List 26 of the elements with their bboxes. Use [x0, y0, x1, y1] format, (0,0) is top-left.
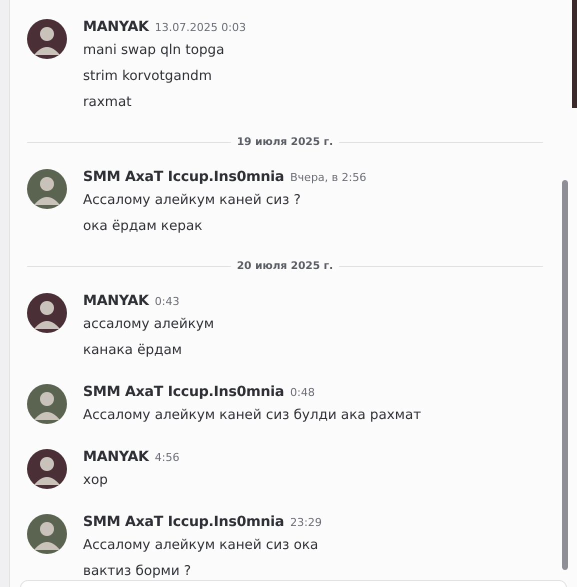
message-text: raxmat — [83, 94, 132, 110]
timestamp: 23:29 — [290, 516, 322, 529]
timestamp: 13.07.2025 0:03 — [154, 21, 246, 34]
author-name[interactable]: MANYAK — [83, 449, 149, 465]
timestamp: 0:43 — [154, 295, 180, 308]
timestamp: 4:56 — [154, 451, 180, 464]
message-text: вактиз борми ? — [83, 563, 192, 579]
message-text: strim korvotgandm — [83, 68, 212, 84]
message-text: канака ёрдам — [83, 342, 182, 358]
author-name[interactable]: SMM AxaT Iccup.Ins0mnia — [83, 514, 284, 530]
author-name[interactable]: SMM AxaT Iccup.Ins0mnia — [83, 384, 284, 400]
scrollbar[interactable] — [562, 180, 568, 570]
message-text: ока ёрдам керак — [83, 218, 202, 234]
message-text: Ассалому алейкум каней сиз булди ака рахмат — [83, 407, 422, 423]
message-text: ассалому алейкум — [83, 316, 214, 332]
timestamp: Вчера, в 2:56 — [290, 171, 366, 184]
message-text: Ассалому алейкум каней сиз ? — [83, 192, 301, 208]
timestamp: 0:48 — [290, 386, 315, 399]
author-name[interactable]: MANYAK — [83, 293, 149, 309]
message-text: Ассалому алейкум каней сиз ока — [83, 537, 318, 553]
message-text: mani swap qln topga — [83, 42, 224, 58]
date-divider: 20 июля 2025 г. — [236, 260, 334, 272]
author-name[interactable]: MANYAK — [83, 19, 149, 35]
date-divider: 19 июля 2025 г. — [236, 136, 334, 148]
message-text: хор — [83, 472, 108, 488]
author-name[interactable]: SMM AxaT Iccup.Ins0mnia — [83, 169, 284, 185]
